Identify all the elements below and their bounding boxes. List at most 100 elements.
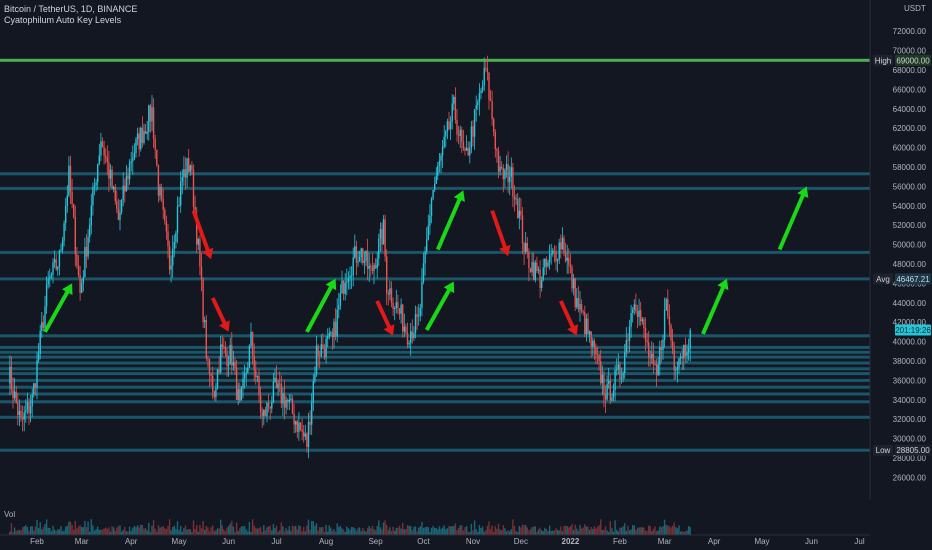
candle-body [681,356,683,359]
candle-body [419,308,421,316]
volume-bar [659,526,661,535]
candle-body [39,331,41,355]
candle-body [296,421,298,432]
volume-bar [93,530,96,535]
time-tick-label: Mar [658,537,672,546]
volume-bar [486,525,489,535]
candle-body [528,252,530,268]
candle-body [655,363,658,376]
volume-bar [159,527,161,535]
candle-body [416,314,418,317]
candle-body [259,395,262,412]
volume-bar [408,525,410,535]
price-chart[interactable]: USDT 26000.0028000.0030000.0032000.00340… [0,0,932,550]
candle-body [181,177,183,182]
volume-bar [489,529,492,535]
candle-body [148,105,150,133]
volume-bar [515,531,517,535]
volume-bar [686,530,688,535]
volume-bar [57,529,59,535]
volume-bar [157,525,160,535]
volume-bar [285,528,287,535]
volume-bar [204,529,206,535]
time-tick-label: Oct [417,537,430,546]
time-tick-label: Nov [466,537,480,546]
volume-bar [475,529,477,535]
volume-bar [635,529,637,535]
volume-bar [215,530,217,535]
candle-body [600,361,602,384]
volume-bar [561,531,564,535]
volume-bar [504,528,506,535]
volume-bar [58,529,61,535]
volume-bar [564,525,567,535]
price-tick-label: 68000.00 [893,66,927,75]
volume-bar [472,530,474,535]
volume-bar [258,527,260,535]
candle-body [306,433,308,447]
volume-bar [394,531,396,535]
volume-bar [212,525,214,535]
candle-body [227,364,230,366]
price-tick-label: 70000.00 [893,47,927,56]
candle-body [671,340,674,350]
candle-body [608,380,610,384]
volume-bar [245,529,247,535]
candle-body [349,276,351,279]
volume-bar [600,519,602,535]
key-level-line [0,448,870,452]
volume-bar [547,530,549,535]
candle-body [164,209,166,221]
candle-body [303,431,305,437]
volume-bar [274,528,276,535]
volume-bar [263,525,265,535]
volume-bar [247,531,249,535]
volume-bar [410,526,412,535]
volume-bar [491,525,493,535]
volume-bar [34,526,37,535]
volume-bar [239,528,241,535]
volume-bar [434,527,436,535]
candle-body [668,316,671,325]
candle-body [178,205,180,207]
candle-body [45,284,48,307]
candle-body [585,318,588,335]
volume-bar [106,528,108,535]
volume-bar [649,526,651,535]
candle-body [79,275,81,293]
volume-bar [15,530,17,535]
candle-body [239,389,241,401]
candle-body [204,320,206,323]
candle-body [224,347,227,354]
candle-body [12,389,14,399]
candle-body [298,422,300,432]
volume-bar [636,527,639,535]
volume-bar [499,529,501,535]
volume-bar [419,526,421,535]
volume-bar [598,525,600,535]
candle-body [128,163,131,180]
volume-bar [148,522,150,535]
volume-bar [97,526,99,535]
volume-bar [231,520,233,535]
candle-body [469,147,471,156]
volume-bar [454,523,457,535]
volume-bar [590,527,592,535]
volume-bar [141,525,144,535]
candle-body [376,258,378,269]
candle-body [327,336,329,339]
volume-bar [223,529,225,535]
candle-body [127,175,129,180]
key-level-line [0,361,870,365]
volume-bar [227,526,230,535]
candle-body [223,347,225,348]
volume-bar [138,527,140,535]
volume-bar [673,522,675,535]
candle-body [140,127,142,150]
key-level-line [0,277,870,281]
candle-body [250,332,252,346]
candle-body [269,406,271,409]
volume-bar [73,529,75,535]
volume-bar [663,519,666,535]
candle-body [509,176,511,183]
